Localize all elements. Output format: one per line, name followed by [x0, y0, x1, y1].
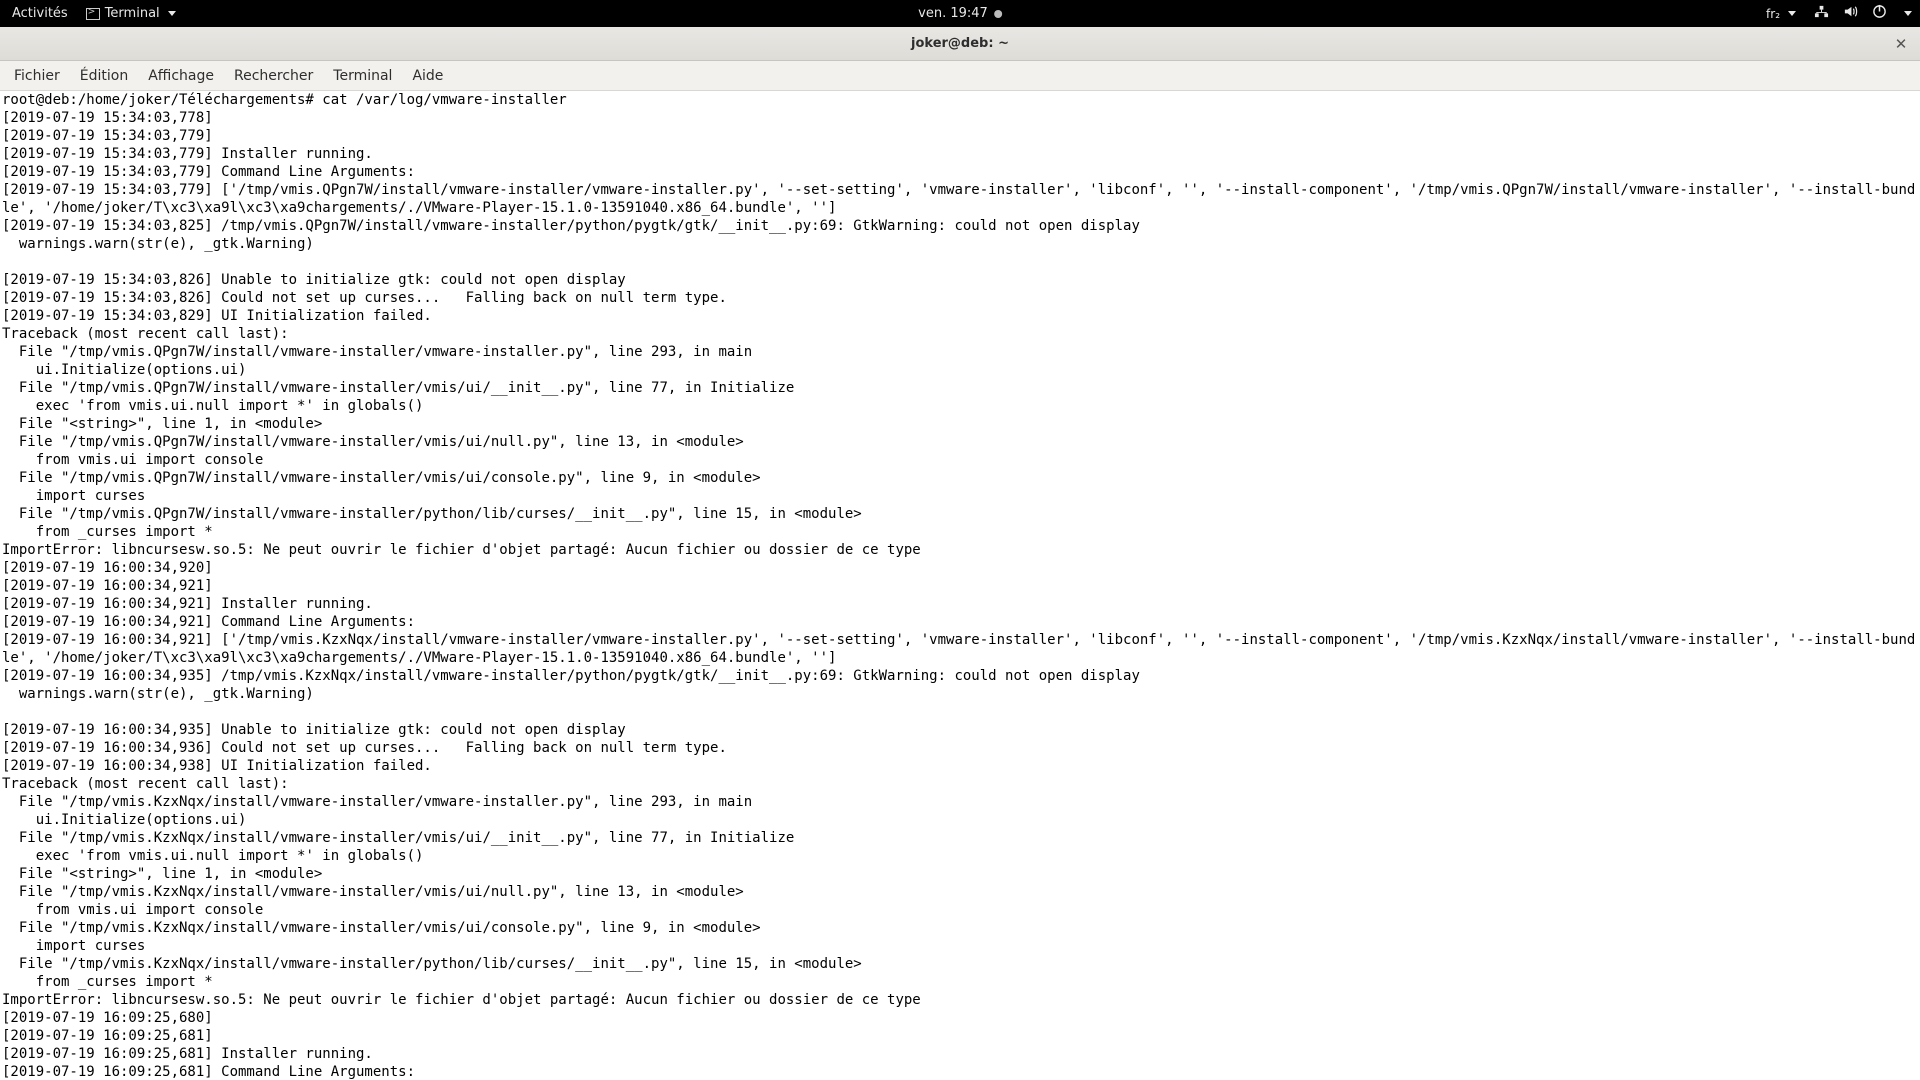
menu-terminal[interactable]: Terminal — [323, 64, 402, 88]
terminal-menubar: Fichier Édition Affichage Rechercher Ter… — [0, 61, 1920, 91]
close-icon: ✕ — [1895, 35, 1908, 53]
clock-label: ven. 19:47 — [918, 6, 988, 21]
app-menu-label: Terminal — [105, 6, 160, 21]
app-menu[interactable]: Terminal — [82, 4, 180, 23]
chevron-down-icon — [1788, 11, 1796, 16]
volume-icon[interactable] — [1843, 4, 1858, 23]
chevron-down-icon — [168, 11, 176, 16]
power-icon[interactable] — [1872, 4, 1887, 23]
window-title: joker@deb: ~ — [911, 36, 1009, 51]
menu-view[interactable]: Affichage — [138, 64, 224, 88]
menu-search[interactable]: Rechercher — [224, 64, 323, 88]
gnome-topbar: Activités Terminal ven. 19:47 fr₂ — [0, 0, 1920, 27]
terminal-icon — [86, 8, 100, 20]
activities-label: Activités — [12, 6, 68, 21]
menu-terminal-label: Terminal — [333, 68, 392, 84]
recording-indicator-icon — [994, 10, 1002, 18]
menu-edit-label: Édition — [80, 68, 128, 84]
window-titlebar: joker@deb: ~ ✕ — [0, 27, 1920, 61]
activities-button[interactable]: Activités — [8, 4, 72, 23]
keyboard-layout-label: fr₂ — [1766, 7, 1780, 21]
menu-file-label: Fichier — [14, 68, 60, 84]
menu-view-label: Affichage — [148, 68, 214, 84]
menu-help-label: Aide — [412, 68, 443, 84]
network-icon[interactable] — [1814, 4, 1829, 23]
menu-edit[interactable]: Édition — [70, 64, 138, 88]
menu-search-label: Rechercher — [234, 68, 313, 84]
chevron-down-icon — [1904, 11, 1912, 16]
menu-help[interactable]: Aide — [402, 64, 453, 88]
terminal-output[interactable]: root@deb:/home/joker/Téléchargements# ca… — [0, 91, 1920, 1080]
window-close-button[interactable]: ✕ — [1892, 35, 1910, 53]
menu-file[interactable]: Fichier — [4, 64, 70, 88]
clock-area[interactable]: ven. 19:47 — [918, 6, 1002, 21]
keyboard-layout-indicator[interactable]: fr₂ — [1762, 5, 1800, 23]
